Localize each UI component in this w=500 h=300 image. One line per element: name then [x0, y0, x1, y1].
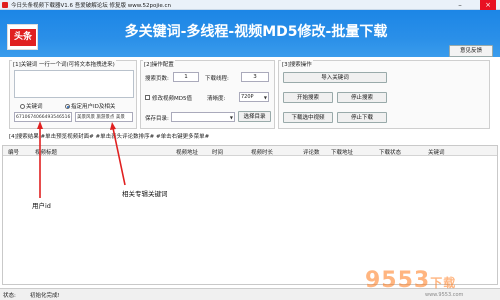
annotation-arrows: [37, 121, 126, 198]
status-label: 状态:: [3, 293, 16, 299]
arrow-related: [112, 127, 126, 186]
watermark-url: www.9553.com: [425, 292, 464, 298]
watermark-text: 9553: [365, 268, 431, 293]
annotation-user-id: 用户id: [32, 202, 51, 210]
watermark-suffix: 下载: [430, 276, 457, 290]
status-message: 初始化完成!: [30, 293, 60, 299]
watermark-logo: 9553下载: [365, 268, 456, 293]
arrowhead-user-id: [37, 121, 43, 129]
arrowhead-related: [110, 122, 116, 130]
annotation-related: 相关专辑关键词: [122, 190, 168, 198]
